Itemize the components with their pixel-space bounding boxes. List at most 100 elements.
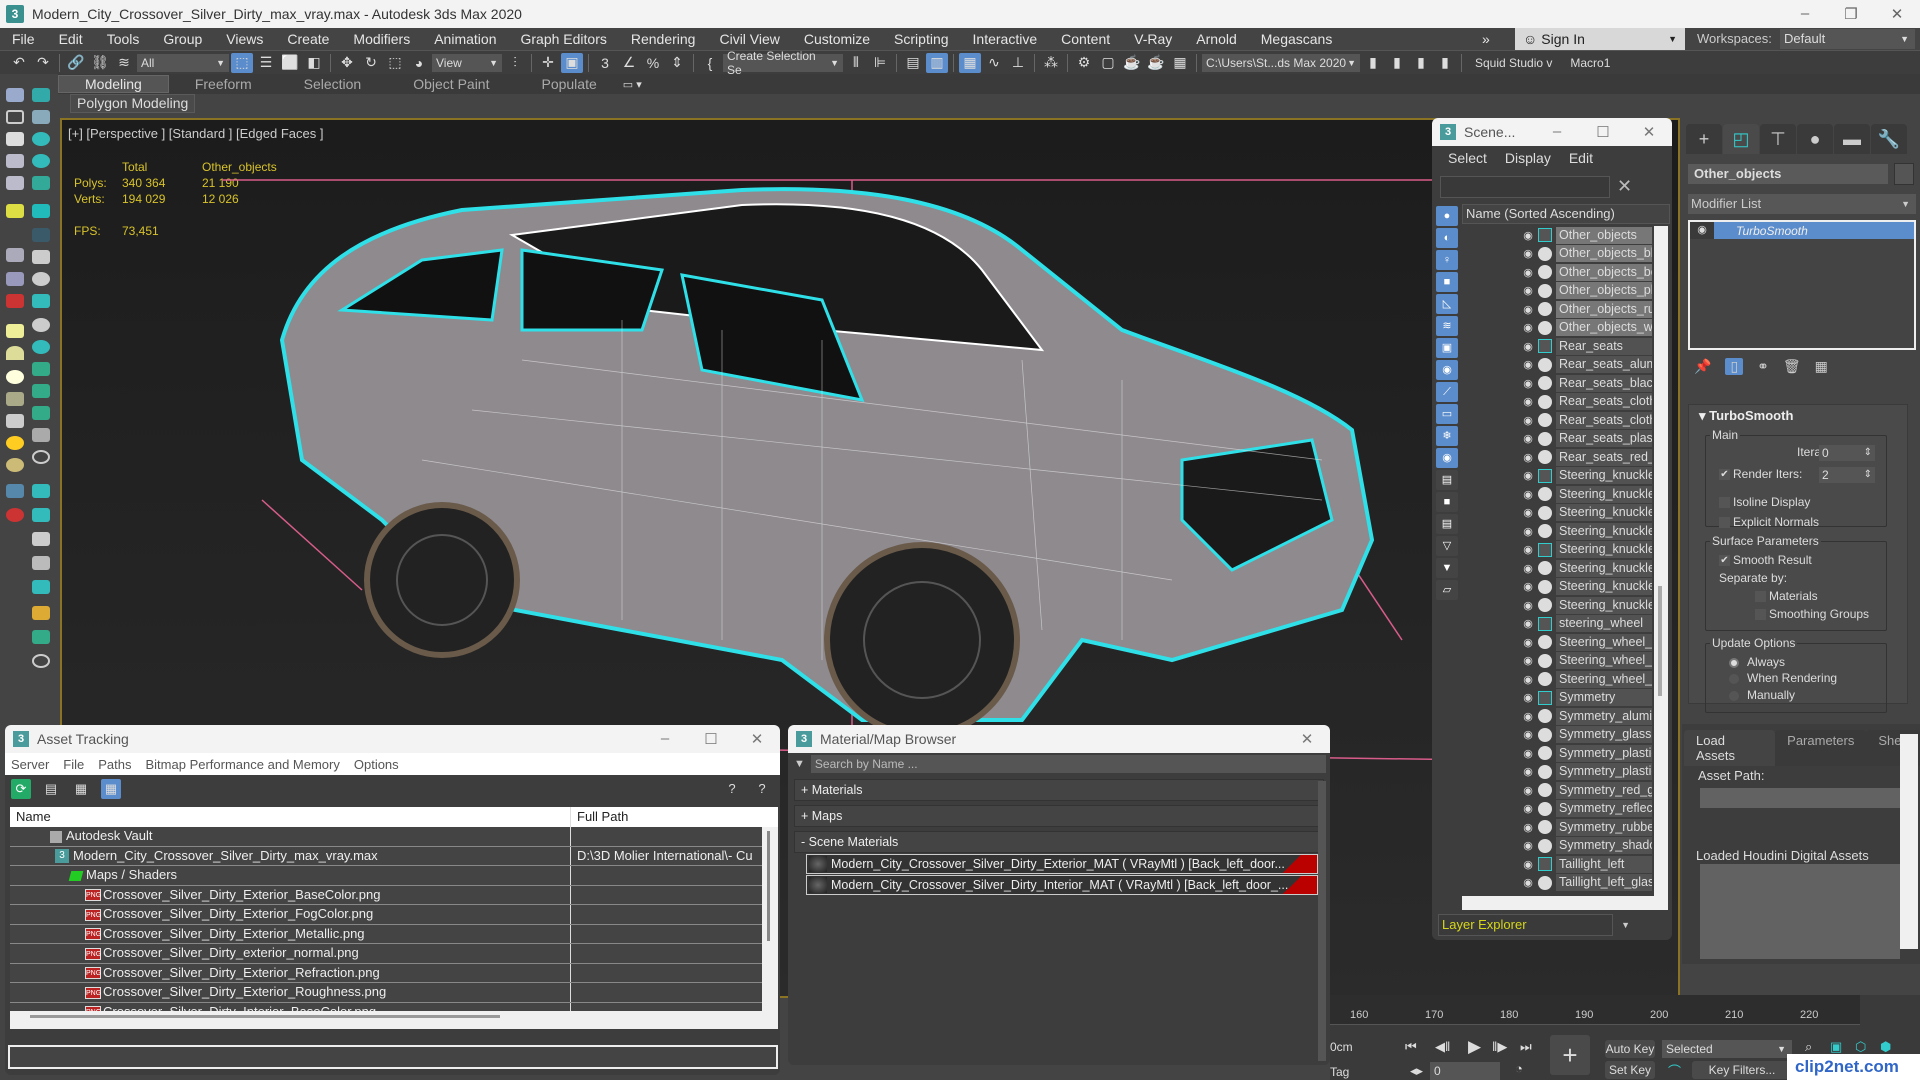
menu-vray[interactable]: V-Ray [1122,31,1184,47]
material-editor-icon[interactable]: ⁂ [1040,53,1062,73]
toggle-layer-explorer-icon[interactable]: ▥ [926,52,948,73]
eye-icon[interactable]: ◉ [1690,222,1714,239]
asset-row[interactable]: PNG Crossover_Silver_Dirty_Exterior_FogCo… [10,905,762,925]
toggle-scene-explorer-icon[interactable]: ▤ [902,53,924,73]
filter-helpers-icon[interactable]: ◺ [1436,294,1458,314]
bind-space-warp-icon[interactable]: ≋ [113,53,135,73]
scene-list-item[interactable]: ◉ Rear_seats [1462,337,1652,356]
modifier-list-dropdown[interactable]: Modifier List ▼ [1688,194,1916,214]
transform-icon[interactable] [32,484,50,498]
eye-icon[interactable]: ◉ [1520,802,1536,815]
asset-row[interactable]: 3 Modern_City_Crossover_Silver_Dirty_max_… [10,846,762,866]
tab-load-assets[interactable]: Load Assets [1684,730,1776,766]
hierarchy-tab-icon[interactable]: ⊤ [1760,124,1796,154]
filter-lights-icon[interactable]: ♀ [1436,250,1458,270]
scene-list-item[interactable]: ◉ Symmetry_rubber [1462,818,1652,837]
scale-icon[interactable]: ⬚ [384,53,406,73]
scene-list-item[interactable]: ◉ Symmetry_glass [1462,726,1652,745]
scene-vertical-scrollbar[interactable] [1654,226,1668,906]
edit-named-sel-icon[interactable]: { [699,53,721,73]
squid-studio-button[interactable]: Squid Studio v [1467,56,1560,70]
vr-icon[interactable] [6,294,24,308]
minimize-button[interactable]: – [642,730,688,748]
show-end-result-icon[interactable]: ▯ [1725,358,1744,375]
filter-geometry-icon[interactable]: ● [1436,206,1458,226]
eye-icon[interactable]: ◉ [1520,266,1536,279]
name-column-header[interactable]: Name (Sorted Ascending) [1462,204,1670,224]
filter-icon[interactable]: ▼ [1436,558,1458,578]
isoline-display-checkbox[interactable]: Isoline Display [1719,495,1810,509]
asset-row[interactable]: PNG Crossover_Silver_Dirty_exterior_norma… [10,944,762,964]
menu-graph-editors[interactable]: Graph Editors [508,31,618,47]
filter-frozen-icon[interactable]: ❄ [1436,426,1458,446]
scene-list-item[interactable]: ◉ Symmetry_plastic_g [1462,763,1652,782]
close-button[interactable]: ✕ [734,730,780,748]
curve-editor-icon[interactable]: ∿ [983,53,1005,73]
key-tangent-icon[interactable]: ⌒ [1668,1061,1681,1080]
render-iters-spinner[interactable]: 2 [1819,467,1875,483]
pivot-icon[interactable]: ⫶ [504,53,526,73]
select-by-name-icon[interactable]: ☰ [255,53,277,73]
eye-icon[interactable]: ◉ [1520,543,1536,556]
macro1-button[interactable]: Macro1 [1562,56,1618,70]
material-item[interactable]: Modern_City_Crossover_Silver_Dirty_Exter… [806,854,1318,874]
cloud-icon[interactable] [6,110,24,124]
axis-constraint-icon[interactable]: ✛ [537,53,559,73]
manually-radio[interactable]: Manually [1729,688,1795,702]
rollout-header[interactable]: ▾ TurboSmooth [1689,405,1907,424]
project-new-icon[interactable]: ▮ [1410,53,1432,73]
snaps-3d-icon[interactable]: 3 [594,53,616,73]
scene-list-item[interactable]: ◉ Steering_knuckle_2_ [1462,559,1652,578]
scene-list-item[interactable]: ◉ Other_objects_rubber [1462,300,1652,319]
thumbnail-view-icon[interactable]: ▦ [71,779,91,799]
houdini-scrollbar[interactable] [1900,734,1918,949]
tab-parameters[interactable]: Parameters [1775,730,1867,766]
eye-icon[interactable]: ◉ [1520,340,1536,353]
rect-selection-icon[interactable]: ⬜ [279,53,301,73]
scene-list-item[interactable]: ◉ Steering_knuckle_2 [1462,541,1652,560]
eye-icon[interactable]: ◉ [1520,673,1536,686]
unlink-icon[interactable]: ⛓ [89,53,111,73]
zoom-icon[interactable]: ⌕ [1805,1039,1812,1055]
asset-menu-options[interactable]: Options [354,757,399,772]
display-all-icon[interactable]: ▤ [1436,470,1458,490]
menu-views[interactable]: Views [214,31,275,47]
menu-scripting[interactable]: Scripting [882,31,960,47]
eye-icon[interactable]: ◉ [1520,580,1536,593]
zoom-extents-icon[interactable]: ⬡ [1855,1039,1866,1055]
render-setup-icon[interactable]: ⚙ [1073,53,1095,73]
set-key-button[interactable]: Set Key [1605,1061,1655,1079]
section-materials[interactable]: + Materials [794,779,1324,801]
bulb-icon[interactable] [32,340,50,354]
scene-menu-edit[interactable]: Edit [1569,150,1593,166]
iterations-spinner[interactable]: 0 [1819,445,1875,461]
named-selection-dropdown[interactable]: Create Selection Se ▼ [723,49,843,77]
menu-megascans[interactable]: Megascans [1249,31,1345,47]
materials-checkbox[interactable]: Materials [1755,589,1818,603]
explicit-normals-checkbox[interactable]: Explicit Normals [1719,515,1819,529]
menu-modifiers[interactable]: Modifiers [341,31,422,47]
menu-customize[interactable]: Customize [792,31,882,47]
asset-horizontal-scrollbar[interactable] [30,1015,500,1018]
asset-row[interactable]: PNG Crossover_Silver_Dirty_Exterior_Rough… [10,983,762,1003]
eye-icon[interactable]: ◉ [1520,710,1536,723]
scene-list-item[interactable]: ◉ Other_objects [1462,226,1652,245]
scene-list-item[interactable]: ◉ Symmetry_red_glass [1462,781,1652,800]
make-unique-icon[interactable]: ⚭ [1757,358,1769,375]
scene-explorer-titlebar[interactable]: 3 Scene... – ☐ ✕ [1432,118,1672,146]
scene-list-item[interactable]: ◉ Symmetry_plastic [1462,744,1652,763]
scene-list-item[interactable]: ◉ Other_objects_plastic [1462,282,1652,301]
scene-list-item[interactable]: ◉ Other_objects_black [1462,245,1652,264]
eye-icon[interactable]: ◉ [1520,414,1536,427]
next-frame-icon[interactable]: ‖▶ [1492,1039,1507,1055]
photo-icon[interactable] [32,204,50,218]
material-browser-titlebar[interactable]: 3 Material/Map Browser ✕ [788,725,1330,753]
table-view-icon[interactable]: ▦ [101,779,121,799]
menu-arnold[interactable]: Arnold [1184,31,1248,47]
filter-hidden-icon[interactable]: ◉ [1436,448,1458,468]
previous-frame-icon[interactable]: ◀‖ [1435,1039,1450,1055]
ies-light-icon[interactable] [6,414,24,428]
scene-menu-display[interactable]: Display [1505,150,1551,166]
eye-icon[interactable]: ◉ [1520,377,1536,390]
minimize-button[interactable]: – [1782,5,1828,23]
